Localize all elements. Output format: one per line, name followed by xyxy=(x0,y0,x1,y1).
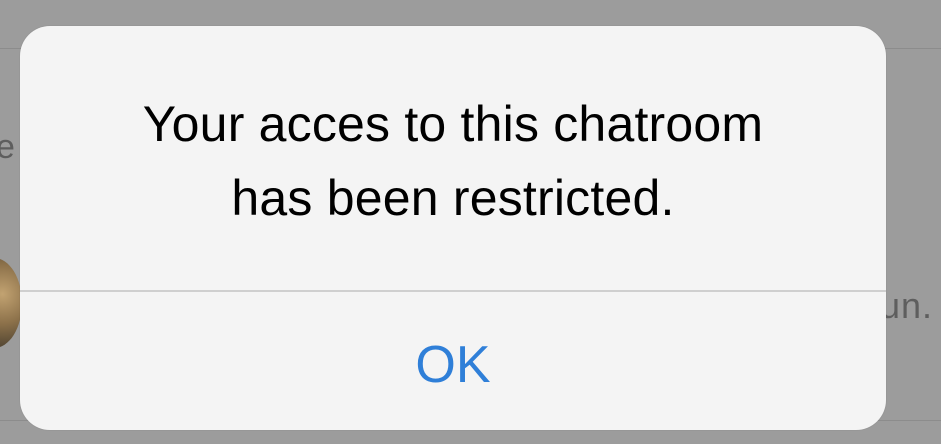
ok-button[interactable]: OK xyxy=(20,292,886,430)
background-partial-text: e xyxy=(0,128,15,166)
alert-message-line1: Your acces to this chatroom xyxy=(142,95,764,152)
alert-body: Your acces to this chatroom has been res… xyxy=(20,26,886,289)
background-avatar xyxy=(0,258,22,348)
alert-dialog: Your acces to this chatroom has been res… xyxy=(20,26,886,430)
alert-message: Your acces to this chatroom has been res… xyxy=(73,87,833,235)
background-partial-text: un. xyxy=(880,285,934,326)
alert-message-line2: has been restricted. xyxy=(231,169,675,226)
